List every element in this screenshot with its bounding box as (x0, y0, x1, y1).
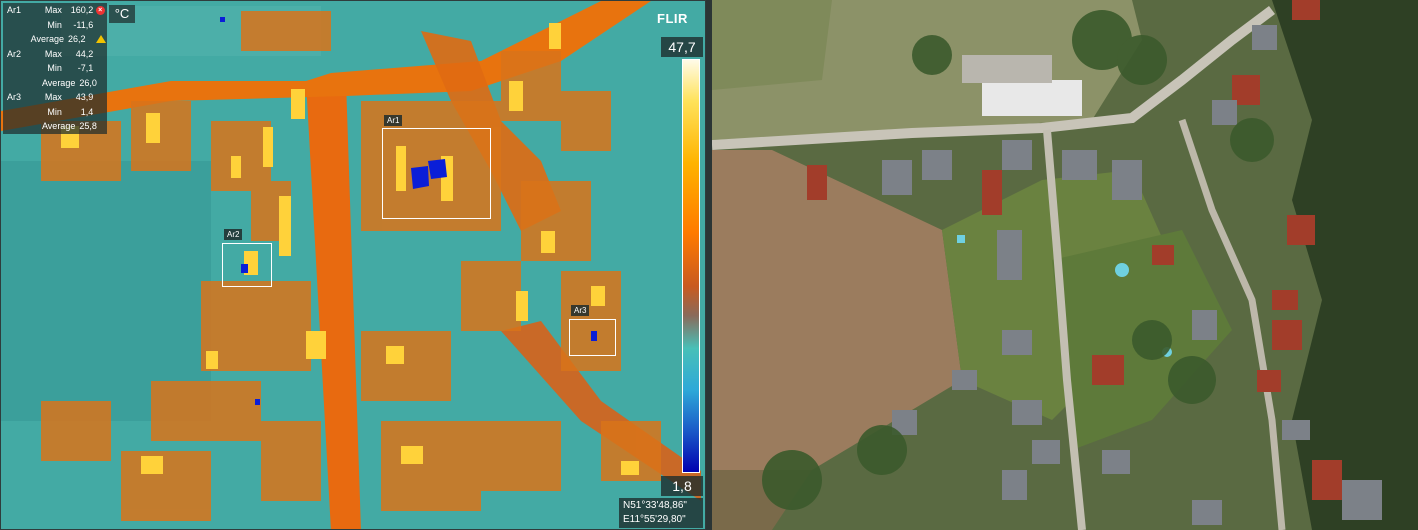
flir-logo: FLIR (657, 11, 688, 26)
roi-ar3[interactable] (569, 319, 616, 356)
error-icon: × (95, 5, 105, 15)
roi-label-ar3: Ar3 (571, 305, 590, 316)
roi-ar1[interactable] (382, 128, 491, 219)
measurement-row: Min -7,1 (3, 61, 107, 76)
scale-max-value[interactable]: 47,7 (661, 37, 703, 57)
average-label: Average (41, 77, 76, 88)
area-label-ar3: Ar3 (7, 92, 22, 102)
roi-label-ar2: Ar2 (224, 229, 243, 240)
max-value: 44,2 (75, 48, 94, 59)
warning-icon (96, 35, 107, 44)
measurement-row: Min 1,4 (3, 105, 107, 120)
min-label: Min (47, 19, 62, 30)
gps-coordinates: N51°33'48,86" E11°55'29,80" (619, 498, 703, 528)
min-value: -11,6 (73, 19, 94, 30)
average-value: 25,8 (79, 121, 97, 131)
measurement-row: Ar2 Max 44,2 (3, 47, 107, 62)
max-label: Max (44, 48, 62, 59)
average-value: 26,2 (67, 34, 86, 44)
measurement-row: Average 26,0 (3, 76, 107, 91)
min-label: Min (47, 106, 62, 117)
max-value: 160,2 (70, 5, 94, 15)
average-label: Average (41, 121, 76, 131)
gps-latitude: N51°33'48,86" (623, 500, 687, 511)
area-label-ar2: Ar2 (7, 48, 22, 59)
measurement-row: Average 25,8 (3, 119, 107, 134)
min-value: -7,1 (77, 63, 94, 73)
measurement-row: Average 26,2 (3, 32, 107, 47)
temperature-unit[interactable]: °C (109, 5, 135, 23)
max-label: Max (44, 92, 62, 102)
gps-longitude: E11°55'29,80" (623, 514, 686, 525)
roi-ar2[interactable] (222, 243, 272, 287)
min-label: Min (47, 63, 62, 73)
temperature-colorbar[interactable] (682, 59, 700, 473)
measurement-table: Ar1 Max 160,2 × Min -11,6 Average 26,2 A… (3, 3, 107, 134)
scale-min-value[interactable]: 1,8 (661, 476, 703, 496)
thermal-image-pane: Ar1 Ar2 Ar3 Ar1 Max 160,2 × Min -11,6 Av… (0, 0, 706, 530)
min-value: 1,4 (80, 106, 94, 117)
average-label: Average (30, 34, 64, 44)
measurement-row: Ar3 Max 43,9 (3, 90, 107, 105)
aerial-photo (712, 0, 1418, 530)
area-label-ar1: Ar1 (7, 5, 22, 15)
visual-image-pane (712, 0, 1418, 530)
max-value: 43,9 (75, 92, 94, 102)
average-value: 26,0 (79, 77, 97, 88)
roi-label-ar1: Ar1 (384, 115, 403, 126)
max-label: Max (44, 5, 62, 15)
measurement-row: Ar1 Max 160,2 × (3, 3, 107, 18)
measurement-row: Min -11,6 (3, 18, 107, 33)
